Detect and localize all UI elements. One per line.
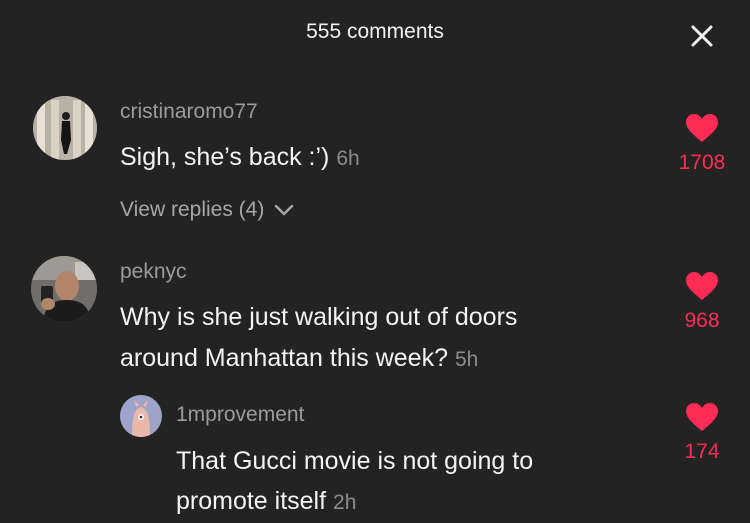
- reply-text-line: That Gucci movie is not going to: [176, 447, 534, 475]
- comment-text-line: around Manhattan this week?: [120, 344, 448, 372]
- reply-time: 2h: [333, 491, 357, 514]
- avatar[interactable]: [120, 395, 162, 437]
- like-group: 968: [662, 271, 742, 333]
- like-group: 1708: [662, 113, 742, 175]
- reply-username[interactable]: 1mprovement: [176, 403, 304, 427]
- reply-text-line: promote itself: [176, 487, 327, 515]
- comment-text: Sigh, she’s back :’): [120, 143, 330, 171]
- like-count: 968: [684, 309, 720, 332]
- avatar[interactable]: [33, 96, 97, 160]
- comment-username[interactable]: peknyc: [120, 260, 187, 284]
- comment-time: 6h: [336, 147, 360, 170]
- like-count: 174: [684, 440, 720, 463]
- comment-time: 5h: [454, 348, 479, 371]
- comment-text-line: Why is she just walking out of doors: [120, 303, 518, 331]
- like-count: 1708: [678, 151, 726, 174]
- close-icon[interactable]: [688, 22, 716, 50]
- like-group: 174: [662, 402, 742, 464]
- heart-icon[interactable]: [685, 402, 719, 432]
- reply-text-row: promote itself 2h: [176, 481, 356, 523]
- view-replies-button[interactable]: View replies (4): [120, 198, 294, 222]
- heart-icon[interactable]: [685, 113, 719, 143]
- avatar[interactable]: [31, 256, 97, 322]
- view-replies-label: View replies (4): [120, 198, 265, 221]
- comment-text-row: Sigh, she’s back :’) 6h: [120, 137, 360, 179]
- comment-username[interactable]: cristinaromo77: [120, 100, 258, 124]
- comments-count-title: 555 comments: [306, 20, 444, 43]
- comment-text-row: around Manhattan this week? 5h: [120, 338, 478, 380]
- chevron-down-icon: [274, 205, 294, 216]
- heart-icon[interactable]: [685, 271, 719, 301]
